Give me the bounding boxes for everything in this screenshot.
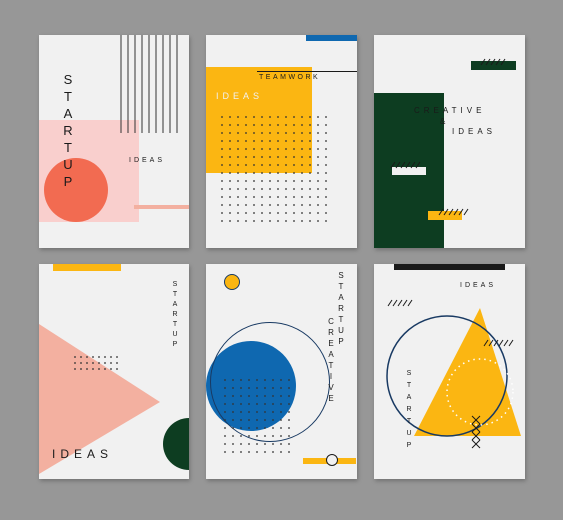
creative-text: CREATIVE <box>414 106 486 115</box>
ideas-label: IDEAS <box>129 157 166 164</box>
poster-startup-circle: STARTUP IDEAS <box>39 35 189 248</box>
blue-top-bar <box>306 35 357 41</box>
poster-triangle-ideas: STARTUP IDEAS <box>39 264 189 479</box>
poster-yellow-triangle: IDEAS STARTUP <box>374 264 525 479</box>
teamwork-rule <box>257 71 357 72</box>
teamwork-text: TEAMWORK <box>259 74 321 81</box>
small-ring <box>326 454 338 466</box>
canvas: { "colors": { "background": "#979797", "… <box>0 0 563 520</box>
small-yellow-circle <box>224 274 240 290</box>
dot-grid <box>218 113 328 225</box>
hatch-marks <box>390 58 506 216</box>
poster-blue-circles: STARTUP CREATIVE <box>206 264 357 479</box>
startup-vertical-text: STARTUP <box>406 370 412 449</box>
dot-grid <box>221 376 293 458</box>
creative-vertical-text: CREATIVE <box>328 317 334 403</box>
ampersand: & <box>440 117 449 126</box>
ideas-label: IDEAS <box>216 91 264 101</box>
startup-vertical-text: STARTUP <box>172 281 178 348</box>
startup-vertical-text: STARTUP <box>63 72 73 189</box>
ideas-label: IDEAS <box>52 447 114 461</box>
salmon-bar <box>134 205 189 209</box>
ideas-text: IDEAS <box>452 127 497 136</box>
poster-ideas-teamwork: TEAMWORK IDEAS <box>206 35 357 248</box>
startup-vertical-text: STARTUP <box>338 271 344 346</box>
dot-row <box>72 354 118 373</box>
poster-creative-ideas: CREATIVE & IDEAS <box>374 35 525 248</box>
triangle-art <box>386 299 521 449</box>
